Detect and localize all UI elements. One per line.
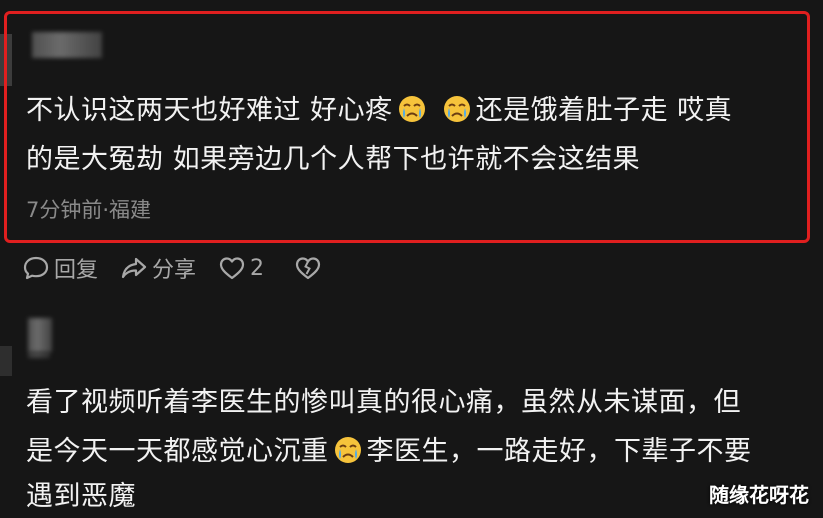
crying-face-icon <box>398 96 425 122</box>
share-label: 分享 <box>152 258 197 283</box>
share-arrow-icon <box>121 257 147 279</box>
comment-line: 遇到恶魔 <box>26 481 136 512</box>
share-button[interactable]: 分享 <box>120 252 196 284</box>
reply-label: 回复 <box>54 258 99 283</box>
blurred-username <box>28 352 50 358</box>
heart-icon <box>219 257 245 280</box>
comment-text-segment: 不认识这两天也好难过 好心疼 <box>26 95 393 126</box>
comment-timestamp-location: 7分钟前·福建 <box>26 198 152 222</box>
avatar[interactable] <box>0 346 12 376</box>
comment-line: 看了视频听着李医生的惨叫真的很心痛，虽然从未谋面，但 <box>26 387 741 418</box>
reply-button[interactable]: 回复 <box>22 252 98 284</box>
comment-line: 不认识这两天也好难过 好心疼 还是饿着肚子走 哎真 <box>26 95 732 124</box>
watermark: 随缘花呀花 <box>709 483 809 507</box>
dislike-button[interactable] <box>294 254 326 282</box>
comment-line: 的是大冤劫 如果旁边几个人帮下也许就不会这结果 <box>26 144 641 175</box>
crying-face-icon <box>334 437 361 463</box>
like-button[interactable]: 2 <box>218 254 264 282</box>
comment-text-segment: 还是饿着肚子走 哎真 <box>475 95 733 126</box>
comment-text-segment: 是今天一天都感觉心沉重 <box>26 436 329 467</box>
blurred-username[interactable] <box>28 318 52 352</box>
comment-line: 是今天一天都感觉心沉重 李医生，一路走好，下辈子不要 <box>26 436 752 465</box>
like-count: 2 <box>250 255 265 281</box>
broken-heart-icon <box>295 257 321 280</box>
crying-face-icon <box>443 96 470 122</box>
comment-actions: 回复 分享 2 <box>22 253 348 283</box>
comment-text-segment: 李医生，一路走好，下辈子不要 <box>366 436 752 467</box>
comment-bubble-icon <box>23 256 49 280</box>
